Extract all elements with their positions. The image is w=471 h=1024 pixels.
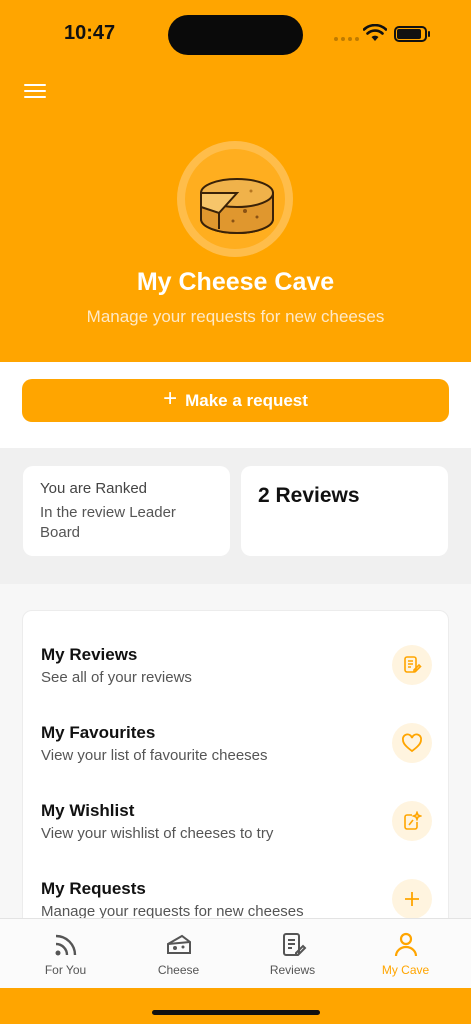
list-item-title: My Wishlist: [41, 801, 135, 820]
tab-my-cave[interactable]: My Cave: [347, 919, 464, 989]
list-item-title: My Favourites: [41, 723, 156, 742]
bottom-strip: [0, 988, 471, 1024]
tab-for-you[interactable]: For You: [7, 919, 124, 989]
make-request-button[interactable]: + Make a request: [22, 379, 449, 422]
tab-bar: For You Cheese Reviews My Cave: [0, 918, 471, 988]
list-item-my-wishlist[interactable]: My Wishlist View your wishlist of cheese…: [23, 793, 450, 853]
list-item-title: My Requests: [41, 879, 146, 898]
signal-icon: [334, 37, 359, 41]
person-icon: [394, 932, 418, 957]
rank-heading: You are Ranked: [40, 480, 148, 497]
plus-icon: +: [163, 385, 178, 412]
plus-icon: [392, 879, 432, 919]
tab-reviews[interactable]: Reviews: [234, 919, 351, 989]
reviews-count-card[interactable]: 2 Reviews: [241, 466, 448, 556]
cheese-wheel-icon: [185, 149, 285, 249]
dynamic-island: [168, 15, 303, 55]
menu-icon[interactable]: [24, 84, 46, 102]
tab-label: Reviews: [269, 963, 316, 977]
heart-icon: [392, 723, 432, 763]
wifi-icon: [363, 24, 387, 41]
page-subtitle: Manage your requests for new cheeses: [86, 307, 385, 326]
list-item-subtitle: View your wishlist of cheeses to try: [41, 825, 274, 842]
tab-cheese[interactable]: Cheese: [120, 919, 237, 989]
tab-label: For You: [44, 963, 87, 977]
feed-icon: [55, 934, 77, 956]
status-bar: 10:47: [0, 0, 471, 60]
reviews-count: 2 Reviews: [258, 484, 360, 507]
list-item-subtitle: View your list of favourite cheeses: [41, 747, 268, 764]
status-time: 10:47: [64, 22, 116, 44]
document-edit-icon: [283, 933, 307, 956]
list-item-my-favourites[interactable]: My Favourites View your list of favourit…: [23, 715, 450, 775]
rank-card[interactable]: You are Ranked In the review Leader Boar…: [23, 466, 230, 556]
tab-label: Cheese: [157, 963, 200, 977]
list-item-my-reviews[interactable]: My Reviews See all of your reviews: [23, 637, 450, 697]
battery-icon: [394, 26, 430, 42]
home-indicator[interactable]: [152, 1010, 320, 1015]
cheese-icon: [167, 934, 191, 954]
make-request-label: Make a request: [185, 390, 308, 410]
list-item-title: My Reviews: [41, 645, 138, 664]
cave-menu-list: My Reviews See all of your reviews My Fa…: [22, 610, 449, 940]
edit-note-icon: [392, 645, 432, 685]
sparkle-note-icon: [392, 801, 432, 841]
page-title: My Cheese Cave: [136, 268, 335, 296]
list-item-subtitle: See all of your reviews: [41, 669, 192, 686]
tab-label: My Cave: [381, 963, 430, 977]
rank-text: In the review Leader Board: [40, 504, 176, 541]
